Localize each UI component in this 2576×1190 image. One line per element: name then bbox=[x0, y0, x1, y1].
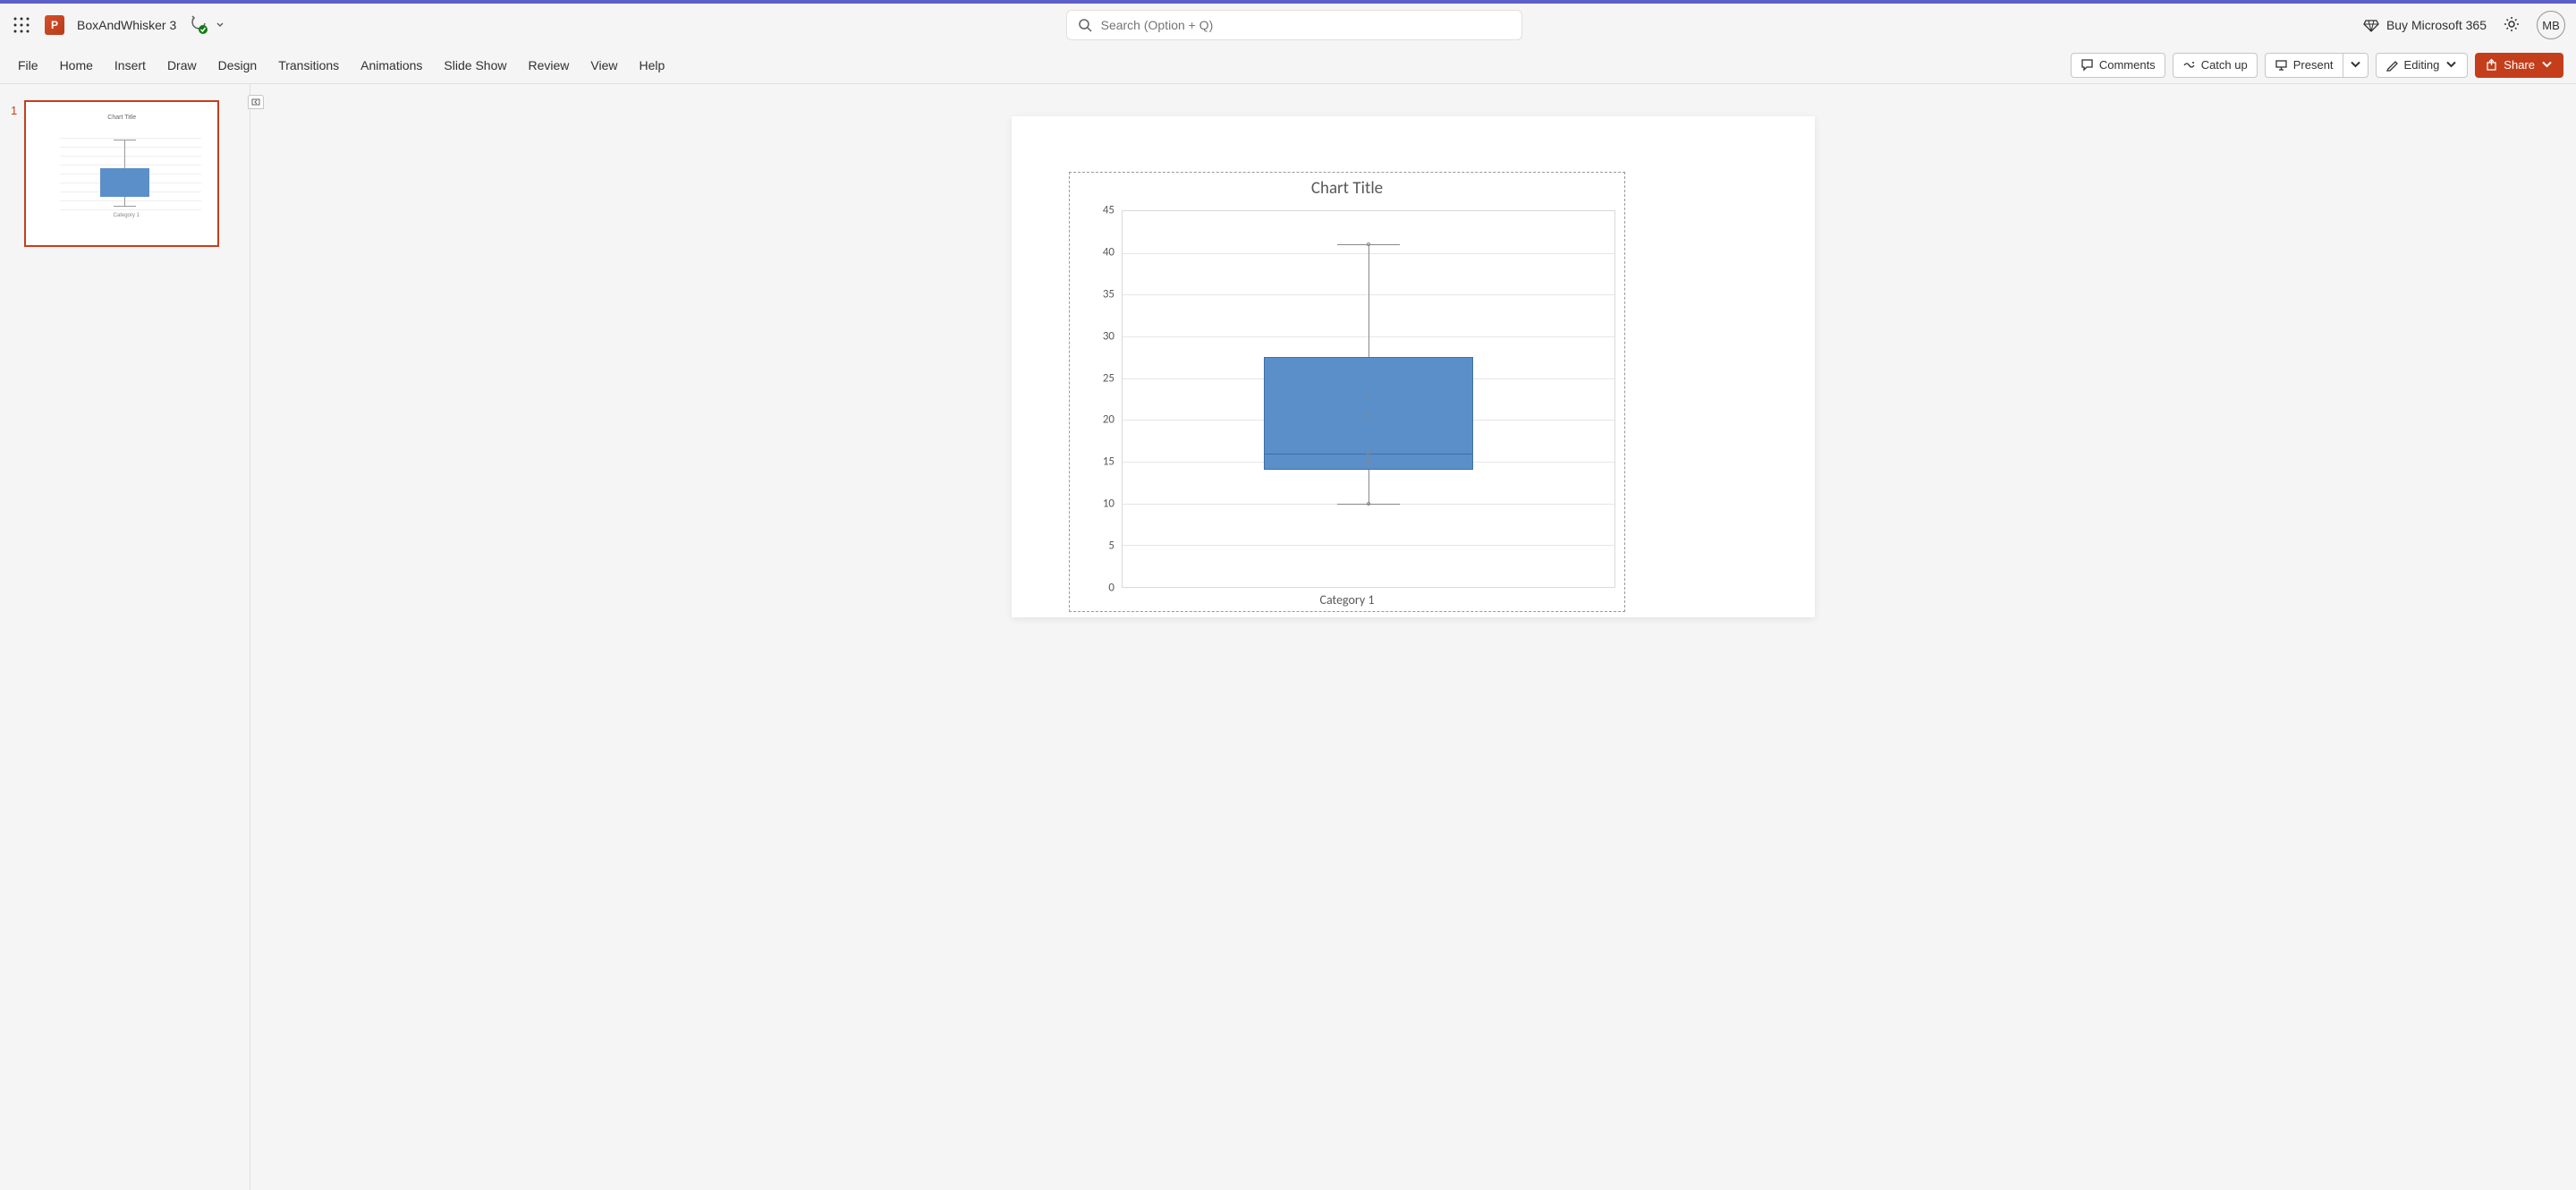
data-point bbox=[1367, 452, 1370, 455]
thumb-chart-title: Chart Title bbox=[33, 115, 210, 121]
search-input[interactable] bbox=[1101, 18, 1511, 32]
account-avatar[interactable]: MB bbox=[2537, 11, 2565, 39]
slide-thumb-row: 1 Chart Title Category 1 bbox=[11, 100, 239, 247]
whisker-lower bbox=[1368, 470, 1369, 503]
save-status-icon[interactable] bbox=[189, 15, 208, 35]
tab-insert[interactable]: Insert bbox=[104, 51, 157, 80]
search-box[interactable] bbox=[1066, 10, 1522, 40]
powerpoint-app-icon: P bbox=[45, 15, 64, 35]
slide-canvas[interactable]: Chart Title 051015202530354045 × Categor… bbox=[250, 84, 2576, 1190]
tab-design[interactable]: Design bbox=[208, 51, 268, 80]
buy-microsoft-365-button[interactable]: Buy Microsoft 365 bbox=[2363, 17, 2487, 33]
diamond-icon bbox=[2363, 17, 2379, 33]
y-tick-label: 15 bbox=[1097, 455, 1114, 469]
editing-mode-button[interactable]: Editing bbox=[2376, 53, 2469, 78]
gridline bbox=[1123, 545, 1614, 546]
y-tick-label: 45 bbox=[1097, 204, 1114, 217]
comments-button[interactable]: Comments bbox=[2071, 53, 2165, 78]
data-point bbox=[1367, 502, 1370, 506]
slide-number: 1 bbox=[11, 104, 17, 117]
present-icon bbox=[2275, 58, 2288, 72]
app-launcher-icon[interactable] bbox=[11, 14, 32, 36]
chart-title[interactable]: Chart Title bbox=[1070, 178, 1624, 199]
chevron-down-icon bbox=[2540, 58, 2554, 72]
title-bar: P BoxAndWhisker 3 Buy Microsoft 365 MB bbox=[0, 4, 2576, 47]
data-point bbox=[1367, 463, 1370, 466]
tab-file[interactable]: File bbox=[7, 51, 49, 80]
ribbon-tabs: File Home Insert Draw Design Transitions… bbox=[7, 51, 675, 80]
pencil-icon bbox=[2385, 58, 2399, 72]
ribbon-bar: File Home Insert Draw Design Transitions… bbox=[0, 47, 2576, 84]
chart-grid-area: × bbox=[1122, 210, 1615, 588]
chart-object[interactable]: Chart Title 051015202530354045 × Categor… bbox=[1069, 172, 1625, 612]
y-tick-label: 35 bbox=[1097, 287, 1114, 301]
y-tick-label: 25 bbox=[1097, 371, 1114, 385]
chart-x-category-label: Category 1 bbox=[1070, 592, 1624, 608]
comments-label: Comments bbox=[2099, 58, 2156, 72]
catchup-label: Catch up bbox=[2201, 58, 2248, 72]
tab-slideshow[interactable]: Slide Show bbox=[433, 51, 517, 80]
catchup-icon bbox=[2182, 58, 2196, 72]
tab-review[interactable]: Review bbox=[517, 51, 580, 80]
share-button[interactable]: Share bbox=[2475, 53, 2563, 78]
y-tick-label: 5 bbox=[1097, 540, 1114, 553]
y-tick-label: 30 bbox=[1097, 329, 1114, 343]
data-point bbox=[1367, 242, 1370, 246]
slide-thumbnail-panel: 1 Chart Title Category 1 bbox=[0, 84, 250, 1190]
present-label: Present bbox=[2293, 58, 2334, 72]
document-title[interactable]: BoxAndWhisker 3 bbox=[77, 18, 176, 32]
y-tick-label: 10 bbox=[1097, 497, 1114, 511]
y-tick-label: 40 bbox=[1097, 245, 1114, 259]
slide-thumbnail[interactable]: Chart Title Category 1 bbox=[24, 100, 219, 247]
settings-button[interactable] bbox=[2503, 15, 2521, 36]
chart-y-axis: 051015202530354045 bbox=[1097, 210, 1116, 588]
tab-draw[interactable]: Draw bbox=[157, 51, 208, 80]
tab-animations[interactable]: Animations bbox=[350, 51, 433, 80]
save-dropdown-icon[interactable] bbox=[216, 18, 225, 32]
present-dropdown[interactable] bbox=[2343, 53, 2368, 78]
slide[interactable]: Chart Title 051015202530354045 × Categor… bbox=[1012, 116, 1815, 617]
tab-view[interactable]: View bbox=[580, 51, 628, 80]
chevron-down-icon bbox=[2445, 58, 2458, 72]
comment-icon bbox=[2080, 58, 2094, 72]
chart-plot-area: 051015202530354045 × bbox=[1097, 210, 1615, 588]
whisker-upper bbox=[1368, 244, 1369, 357]
tab-transitions[interactable]: Transitions bbox=[267, 51, 350, 80]
present-button[interactable]: Present bbox=[2265, 53, 2343, 78]
search-icon bbox=[1078, 18, 1092, 32]
y-tick-label: 20 bbox=[1097, 413, 1114, 427]
main-area: 1 Chart Title Category 1 bbox=[0, 84, 2576, 1190]
share-icon bbox=[2485, 58, 2498, 72]
catchup-button[interactable]: Catch up bbox=[2173, 53, 2258, 78]
share-label: Share bbox=[2504, 58, 2535, 72]
chevron-down-icon bbox=[2349, 58, 2362, 72]
mean-marker: × bbox=[1366, 411, 1371, 421]
tab-home[interactable]: Home bbox=[49, 51, 104, 80]
tab-help[interactable]: Help bbox=[628, 51, 675, 80]
panel-collapse-handle[interactable] bbox=[248, 95, 264, 109]
data-point bbox=[1367, 393, 1370, 396]
buy-label: Buy Microsoft 365 bbox=[2386, 18, 2487, 32]
editing-label: Editing bbox=[2404, 58, 2440, 72]
gear-icon bbox=[2503, 15, 2521, 33]
